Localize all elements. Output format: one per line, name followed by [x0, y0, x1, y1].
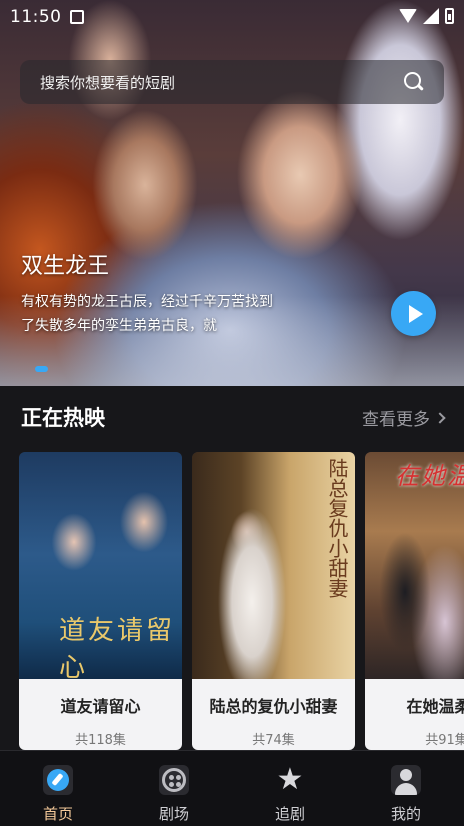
profile-icon	[391, 765, 421, 795]
episode-count: 共118集	[75, 733, 126, 748]
banner-description: 有权有势的龙王古辰，经过千辛万苦找到了失散多年的孪生弟弟古良，就	[21, 294, 273, 334]
drama-card[interactable]: 陆总复仇小甜妻 陆总的复仇小甜妻 共74集	[192, 452, 355, 750]
poster-title: 在她温柔里	[395, 462, 464, 490]
hero-banner[interactable]: 11:50 搜索你想要看的短剧 双生龙王 有权有势的龙王古辰，经过千辛万苦找到了…	[0, 0, 464, 386]
drama-list: 道友请留心 道友请留心 共118集 陆总复仇小甜妻 陆总的复仇小甜妻 共74集 …	[19, 452, 464, 750]
search-bar[interactable]: 搜索你想要看的短剧	[20, 60, 444, 104]
banner-title: 双生龙王	[21, 254, 110, 279]
nav-item-profile[interactable]: 我的	[348, 751, 464, 826]
poster-title: 陆总复仇小甜妻	[325, 458, 349, 598]
drama-card[interactable]: 道友请留心 道友请留心 共118集	[19, 452, 182, 750]
signal-icon	[423, 8, 439, 24]
search-icon[interactable]	[404, 72, 424, 92]
chevron-right-icon	[434, 411, 446, 424]
card-info: 陆总的复仇小甜妻 共74集	[192, 679, 355, 750]
episode-count: 共74集	[252, 733, 295, 748]
nav-label: 追剧	[274, 805, 305, 823]
status-indicators	[399, 8, 454, 24]
star-icon: ★	[276, 762, 304, 797]
episode-count: 共91集	[425, 733, 464, 748]
drama-card[interactable]: 在她温柔里 在她温柔里 共91集	[365, 452, 464, 750]
carousel-indicator	[35, 366, 48, 372]
notification-icon	[69, 10, 84, 24]
bottom-nav: 首页 剧场 ★ 追剧 我的	[0, 750, 464, 826]
status-time: 11:50	[10, 7, 62, 27]
drama-poster: 陆总复仇小甜妻	[192, 452, 355, 679]
battery-icon	[445, 8, 454, 24]
nav-item-following[interactable]: ★ 追剧	[232, 751, 348, 826]
nav-label: 剧场	[158, 805, 189, 823]
see-more-link[interactable]: 查看更多	[362, 405, 446, 430]
card-info: 道友请留心 共118集	[19, 679, 182, 750]
drama-poster: 在她温柔里	[365, 452, 464, 679]
see-more-label: 查看更多	[362, 410, 430, 430]
theater-icon	[159, 765, 189, 795]
home-icon	[43, 765, 73, 795]
nav-label: 我的	[390, 805, 421, 823]
wifi-icon	[399, 9, 417, 23]
status-bar: 11:50	[0, 0, 464, 34]
drama-title: 道友请留心	[60, 697, 141, 716]
drama-title: 陆总的复仇小甜妻	[209, 697, 338, 716]
play-button[interactable]	[391, 291, 436, 336]
drama-title: 在她温柔里	[406, 697, 464, 716]
drama-poster: 道友请留心	[19, 452, 182, 683]
poster-title: 道友请留心	[59, 616, 176, 683]
nav-label: 首页	[42, 805, 73, 823]
section-title: 正在热映	[21, 406, 105, 430]
nav-item-home[interactable]: 首页	[0, 751, 116, 826]
card-info: 在她温柔里 共91集	[365, 679, 464, 750]
play-icon	[408, 304, 423, 323]
nav-item-theater[interactable]: 剧场	[116, 751, 232, 826]
search-input[interactable]: 搜索你想要看的短剧	[40, 72, 404, 93]
